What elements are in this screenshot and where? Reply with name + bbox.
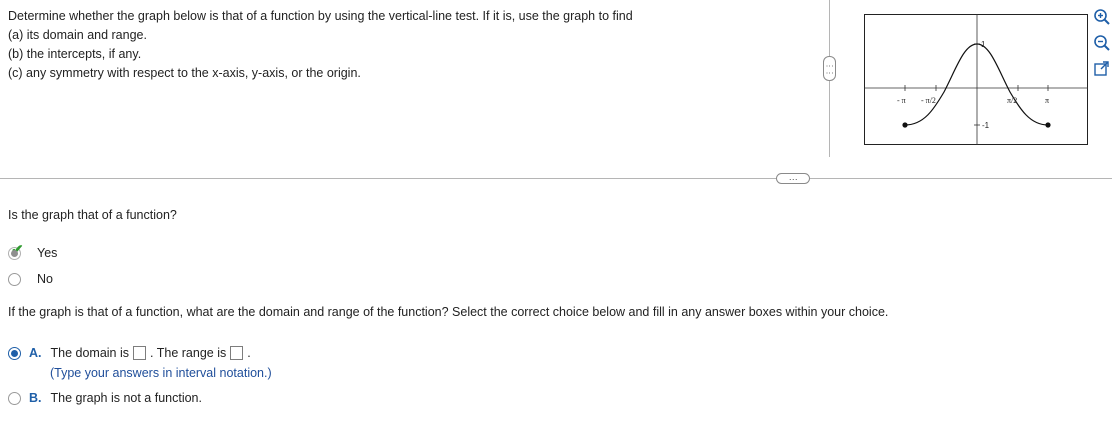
option-yes-label: Yes <box>37 246 58 260</box>
question-text: Determine whether the graph below is tha… <box>8 7 633 83</box>
question-line-4: (c) any symmetry with respect to the x-a… <box>8 66 361 80</box>
choice-b[interactable]: B. The graph is not a function. <box>8 391 202 405</box>
splitter-grip-icon: ⋮⋮ <box>825 61 834 76</box>
radio-choice-b[interactable] <box>8 391 21 405</box>
radio-choice-a[interactable] <box>8 346 21 360</box>
splitter-grip-icon: ⋯ <box>788 173 798 184</box>
domain-range-question: If the graph is that of a function, what… <box>8 305 889 319</box>
range-label: . The range is <box>150 346 227 360</box>
function-question: Is the graph that of a function? <box>8 208 177 222</box>
radio-no[interactable] <box>8 272 21 286</box>
vertical-splitter-handle[interactable]: ⋮⋮ <box>823 56 836 81</box>
x-tick-label: π <box>1045 96 1049 105</box>
range-answer-box[interactable] <box>230 346 244 360</box>
x-tick-label: - π <box>897 96 906 105</box>
y-tick-label: -1 <box>982 121 990 130</box>
radio-yes[interactable]: ✔ <box>8 242 24 260</box>
question-line-2: (a) its domain and range. <box>8 28 147 42</box>
choice-b-text: The graph is not a function. <box>50 391 202 405</box>
domain-label: The domain is <box>50 346 130 360</box>
horizontal-splitter <box>0 178 1112 179</box>
x-tick-label: - π/2 <box>921 96 936 105</box>
y-tick-label: 1 <box>981 40 986 49</box>
question-line-3: (b) the intercepts, if any. <box>8 47 142 61</box>
zoom-in-icon[interactable] <box>1093 8 1111 26</box>
graph-tools <box>1093 8 1111 86</box>
checkmark-icon: ✔ <box>11 241 24 259</box>
right-endpoint <box>1045 122 1051 128</box>
choice-a[interactable]: A. The domain is . The range is . <box>8 346 251 360</box>
domain-answer-box[interactable] <box>133 346 147 360</box>
popout-icon[interactable] <box>1093 60 1111 78</box>
question-line-1: Determine whether the graph below is tha… <box>8 9 633 23</box>
choice-a-letter: A. <box>29 346 42 360</box>
zoom-out-icon[interactable] <box>1093 34 1111 52</box>
horizontal-splitter-handle[interactable]: ⋯ <box>776 173 810 184</box>
x-tick-label: π/2 <box>1007 96 1017 105</box>
left-endpoint <box>902 122 908 128</box>
option-no[interactable]: No <box>8 272 53 286</box>
choice-b-letter: B. <box>29 391 42 405</box>
interval-notation-hint: (Type your answers in interval notation.… <box>50 366 272 380</box>
range-period: . <box>247 346 251 360</box>
option-no-label: No <box>37 272 53 286</box>
function-graph: - π - π/2 π/2 π 1 -1 <box>864 14 1088 145</box>
option-yes[interactable]: ✔ Yes <box>8 242 58 260</box>
